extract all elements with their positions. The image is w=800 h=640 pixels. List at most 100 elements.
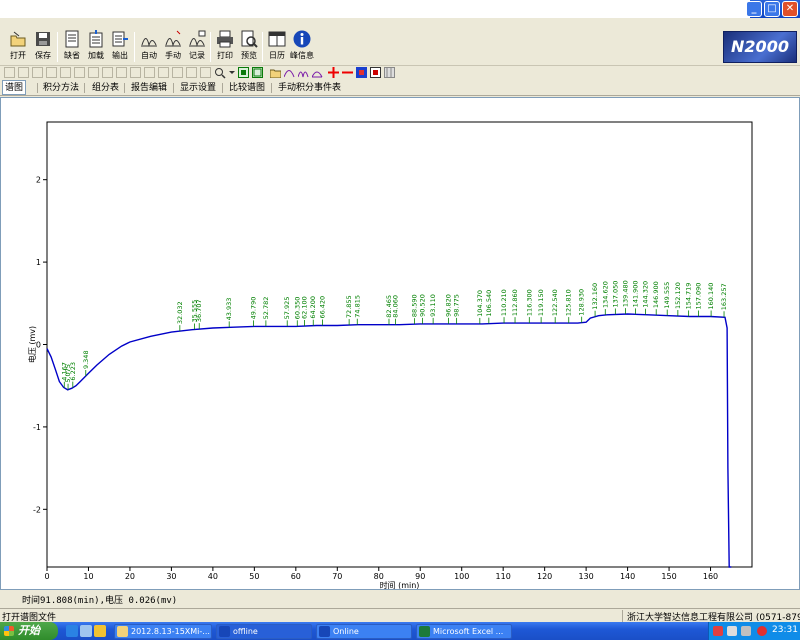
peak-label: 122.540 — [551, 289, 559, 316]
scale-up-icon[interactable] — [60, 67, 71, 78]
load-icon — [89, 30, 103, 48]
tray-alert-icon[interactable] — [757, 626, 767, 636]
peak-label: 64.200 — [309, 296, 317, 319]
taskbar-folder-window[interactable]: 2012.8.13-15XMi-... — [114, 624, 212, 639]
n2000-logo: N2000 — [723, 31, 797, 63]
peak-label: 160.140 — [707, 283, 715, 310]
taskbar-offline-window[interactable]: offline — [216, 624, 312, 639]
media-player-icon[interactable] — [94, 625, 106, 637]
add-peak-icon[interactable] — [328, 67, 339, 78]
tab-display-settings[interactable]: 显示设置 — [180, 81, 216, 95]
shift-left-icon[interactable] — [102, 67, 113, 78]
x-tick-label: 150 — [661, 572, 676, 581]
window-controls: _ □ ✕ — [746, 1, 798, 17]
export-button[interactable]: 输出 — [108, 30, 132, 64]
chromatogram-pane: 0 10 20 30 40 50 60 70 80 90 100 110 120 130 140 150 160… — [0, 97, 800, 590]
peak-merge-icon[interactable] — [312, 67, 323, 78]
next-icon[interactable] — [186, 67, 197, 78]
prev-icon[interactable] — [172, 67, 183, 78]
minimize-button[interactable]: _ — [746, 1, 762, 17]
color-icon[interactable] — [356, 67, 367, 78]
peak-label: 36.707 — [195, 299, 203, 322]
fit-icon[interactable] — [158, 67, 169, 78]
zoom-in-region-icon[interactable] — [238, 67, 249, 78]
record-button[interactable]: 记录 — [185, 30, 209, 64]
remove-peak-icon[interactable] — [342, 67, 353, 78]
y-tick-label: -1 — [33, 423, 41, 432]
y-tick-label: 2 — [36, 176, 41, 185]
zoom-out-region-icon[interactable] — [252, 67, 263, 78]
preview-button[interactable]: 预览 — [237, 30, 261, 64]
peak-label: 62.100 — [301, 296, 309, 319]
ie-icon[interactable] — [66, 625, 78, 637]
peak-mark-icon[interactable] — [284, 67, 295, 78]
tab-integration-method[interactable]: 积分方法 — [43, 81, 79, 95]
zoom-box-icon[interactable] — [32, 67, 43, 78]
peak-split-icon[interactable] — [298, 67, 309, 78]
peak-label: 49.790 — [249, 297, 257, 320]
x-tick-label: 40 — [208, 572, 218, 581]
save-label: 保存 — [35, 51, 51, 60]
toolbar-separator — [57, 32, 58, 62]
auto-integrate-label: 自动 — [141, 51, 157, 60]
task-label: Microsoft Excel ... — [433, 627, 504, 636]
start-button[interactable]: 开始 — [0, 622, 58, 640]
close-button[interactable]: ✕ — [782, 1, 798, 17]
peak-label: 134.620 — [601, 281, 609, 308]
peak-label: 110.210 — [500, 289, 508, 316]
calendar-button[interactable]: 日历 — [265, 30, 289, 64]
default-button[interactable]: 缺省 — [60, 30, 84, 64]
folder-icon — [117, 626, 128, 637]
open-button[interactable]: 打开 — [6, 30, 30, 64]
chromatogram-chart[interactable]: 0 10 20 30 40 50 60 70 80 90 100 110 120 130 140 150 160… — [1, 98, 799, 589]
peak-label: 152.120 — [674, 282, 682, 309]
manual-integrate-label: 手动 — [165, 51, 181, 60]
tray-volume-icon[interactable] — [741, 626, 751, 636]
restore-icon[interactable] — [88, 67, 99, 78]
zoom-y-icon[interactable] — [18, 67, 29, 78]
windows-logo-icon — [4, 626, 14, 636]
status-bar: 打开谱图文件 浙江大学智达信息工程有限公司 (0571-87951175) — [0, 608, 800, 623]
peak-label: 125.810 — [565, 289, 573, 316]
peak-info-button[interactable]: 峰信息 — [290, 30, 314, 64]
calendar-label: 日历 — [269, 51, 285, 60]
show-desktop-icon[interactable] — [80, 625, 92, 637]
open-folder-icon[interactable] — [270, 67, 281, 78]
tray-app-icon[interactable] — [713, 626, 723, 636]
zoom-dropdown-icon[interactable] — [214, 67, 236, 79]
print-button[interactable]: 打印 — [213, 30, 237, 64]
clock[interactable]: 23:31 — [772, 625, 798, 635]
scale-down-icon[interactable] — [74, 67, 85, 78]
auto-integrate-button[interactable]: 自动 — [137, 30, 161, 64]
shift-up-icon[interactable] — [130, 67, 141, 78]
peak-label: 84.060 — [392, 295, 400, 318]
peak-label: 139.480 — [621, 280, 629, 307]
open-icon — [10, 31, 26, 47]
tray-network-icon[interactable] — [727, 626, 737, 636]
peak-label: 9.348 — [82, 350, 90, 369]
cursor-readout: 时间91.808(min),电压 0.026(mv) — [22, 596, 178, 606]
zoom-x-icon[interactable] — [4, 67, 15, 78]
auto-integrate-icon — [141, 38, 157, 47]
tab-compare-chromatograms[interactable]: 比较谱图 — [229, 81, 265, 95]
manual-integrate-button[interactable]: 手动 — [161, 30, 185, 64]
tab-manual-integration-events[interactable]: 手动积分事件表 — [278, 81, 341, 95]
tab-report-edit[interactable]: 报告编辑 — [131, 81, 167, 95]
shift-down-icon[interactable] — [144, 67, 155, 78]
shift-right-icon[interactable] — [116, 67, 127, 78]
load-button[interactable]: 加载 — [84, 30, 108, 64]
taskbar-online-window[interactable]: Online — [316, 624, 412, 639]
peak-label: 90.520 — [418, 294, 426, 317]
settings-grid-icon[interactable] — [384, 67, 395, 78]
printer-icon — [217, 30, 233, 48]
x-tick-label: 120 — [537, 572, 552, 581]
peak-label: 66.420 — [318, 296, 326, 319]
tab-chromatogram[interactable]: 谱图 — [2, 80, 27, 95]
pan-icon[interactable] — [46, 67, 57, 78]
grid-icon[interactable] — [370, 67, 381, 78]
maximize-button[interactable]: □ — [764, 1, 780, 17]
up-icon[interactable] — [200, 67, 211, 78]
save-button[interactable]: 保存 — [31, 30, 55, 64]
taskbar-excel-window[interactable]: Microsoft Excel ... — [416, 624, 512, 639]
tab-component-table[interactable]: 组分表 — [92, 81, 119, 95]
